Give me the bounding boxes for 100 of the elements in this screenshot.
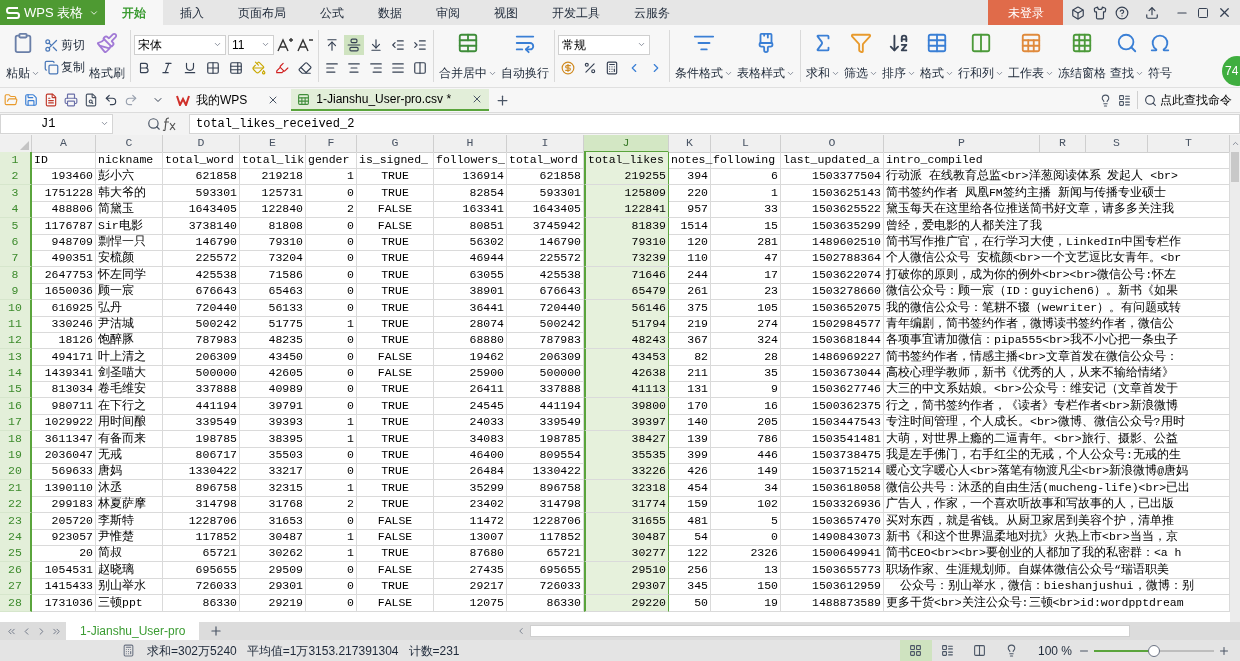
formula-field[interactable]: total_likes_received_2: [189, 113, 1240, 134]
table-cell: 11472: [434, 512, 507, 530]
command-search[interactable]: 点此查找命令: [1137, 91, 1236, 109]
cube-icon[interactable]: [1071, 5, 1085, 20]
column-header[interactable]: S: [1086, 135, 1148, 153]
ribbon-button[interactable]: 工作表: [1006, 28, 1056, 84]
save-icon[interactable]: [24, 93, 38, 107]
column-header[interactable]: K: [669, 135, 711, 153]
ribbon-button[interactable]: 格式刷: [87, 28, 127, 84]
shrink-font-icon[interactable]: [296, 36, 314, 53]
table-cell: last_updated_a: [781, 152, 884, 169]
menu-tab[interactable]: 公式: [303, 0, 361, 25]
row-header[interactable]: 2: [0, 168, 32, 186]
document-icon[interactable]: [44, 93, 58, 107]
font-family-select[interactable]: 宋体: [134, 34, 226, 55]
table-cell: 120: [669, 233, 711, 251]
row-header[interactable]: 4: [0, 201, 32, 219]
column-header[interactable]: F: [306, 135, 357, 153]
bulb-icon[interactable]: [1099, 93, 1112, 107]
column-header[interactable]: D: [163, 135, 240, 153]
row-header[interactable]: 15: [0, 381, 32, 399]
table-cell: 1503622074: [781, 266, 884, 284]
menu-tab[interactable]: 页面布局: [221, 0, 303, 25]
cut-button[interactable]: 剪切: [42, 34, 87, 56]
row-header[interactable]: 25: [0, 545, 32, 563]
slider-thumb[interactable]: [1148, 644, 1160, 657]
ribbon-button[interactable]: 行和列: [956, 28, 1006, 84]
row-header[interactable]: 7: [0, 250, 32, 268]
calculator-icon[interactable]: [122, 644, 135, 657]
zoom-slider[interactable]: [1094, 644, 1214, 657]
column-header[interactable]: A: [32, 135, 96, 153]
app-menu-button[interactable]: WPS 表格: [0, 0, 105, 25]
row-header[interactable]: 12: [0, 332, 32, 350]
upload-icon[interactable]: [1145, 5, 1159, 20]
menu-tab[interactable]: 视图: [477, 0, 535, 25]
table-cell: 1: [711, 184, 781, 202]
zoom-in-icon[interactable]: [1218, 644, 1230, 657]
column-header[interactable]: L: [711, 135, 781, 153]
menu-tab[interactable]: 审阅: [419, 0, 477, 25]
ribbon-button[interactable]: 冻结窗格: [1056, 28, 1108, 84]
restore-icon[interactable]: [1197, 6, 1209, 19]
add-sheet-icon[interactable]: [209, 624, 224, 638]
new-tab-icon[interactable]: [495, 92, 511, 108]
table-cell: 用时间酿: [96, 414, 163, 432]
ribbon-button[interactable]: 条件格式: [673, 28, 735, 84]
row-header[interactable]: 17: [0, 414, 32, 432]
menu-tab[interactable]: 插入: [163, 0, 221, 25]
menu-tab[interactable]: 开发工具: [535, 0, 617, 25]
ribbon-button[interactable]: 表格样式: [735, 28, 797, 84]
row-header[interactable]: 9: [0, 283, 32, 301]
count-text: 计数=231: [408, 642, 460, 660]
vertical-align-button[interactable]: [344, 34, 364, 55]
column-header[interactable]: O: [781, 135, 884, 153]
ribbon-button[interactable]: 自动换行: [499, 28, 551, 84]
vertical-scrollbar[interactable]: [1230, 135, 1240, 622]
column-header[interactable]: J: [584, 135, 669, 153]
row-header[interactable]: 22: [0, 496, 32, 514]
document-tab[interactable]: 我的WPS: [170, 89, 286, 111]
table-cell: 1503625522: [781, 201, 884, 219]
printer-icon[interactable]: [64, 93, 78, 107]
view-button[interactable]: [899, 640, 932, 661]
sheet-tab[interactable]: 1-Jianshu_User-pro: [66, 622, 200, 640]
ribbon-button[interactable]: 格式: [918, 28, 956, 84]
shirt-icon[interactable]: [1093, 5, 1107, 20]
menu-tab[interactable]: 云服务: [617, 0, 687, 25]
close-icon[interactable]: [1217, 5, 1232, 20]
preview-icon[interactable]: [84, 93, 98, 107]
font-size-select[interactable]: 11: [228, 34, 274, 55]
document-tab[interactable]: 1-Jianshu_User-pro.csv *: [291, 89, 490, 111]
table-cell: 256: [669, 561, 711, 579]
layout-icon[interactable]: [1118, 93, 1131, 107]
column-header[interactable]: E: [240, 135, 306, 153]
scrollbar-thumb[interactable]: [1231, 152, 1239, 182]
ribbon-button[interactable]: 合并居中: [437, 28, 499, 84]
ribbon-button[interactable]: 求和: [804, 28, 842, 84]
table-cell: 163341: [434, 201, 507, 219]
column-header[interactable]: P: [884, 135, 1040, 153]
grow-font-icon[interactable]: [276, 36, 294, 53]
column-header[interactable]: C: [96, 135, 163, 153]
ribbon-button[interactable]: 查找: [1108, 28, 1146, 84]
function-icon[interactable]: [161, 116, 177, 131]
name-box[interactable]: J1: [0, 113, 113, 134]
column-header[interactable]: R: [1040, 135, 1086, 153]
column-header[interactable]: H: [434, 135, 507, 153]
ribbon-button[interactable]: 排序: [880, 28, 918, 84]
table-cell: 244: [669, 266, 711, 284]
horizontal-scrollbar[interactable]: [530, 625, 1130, 637]
ribbon-button[interactable]: 筛选: [842, 28, 880, 84]
menu-tab[interactable]: 数据: [361, 0, 419, 25]
undo-icon[interactable]: [104, 93, 118, 107]
number-format-select[interactable]: 常规: [558, 34, 650, 55]
help-icon[interactable]: [1115, 5, 1129, 20]
row-header[interactable]: 27: [0, 578, 32, 596]
row-header[interactable]: 20: [0, 463, 32, 481]
ribbon-button[interactable]: 符号: [1146, 28, 1174, 84]
table-cell: 446: [711, 447, 781, 465]
ribbon-button[interactable]: 粘贴: [4, 28, 42, 84]
zoom-icon[interactable]: [147, 116, 161, 131]
copy-button[interactable]: 复制: [42, 56, 87, 78]
column-header[interactable]: G: [357, 135, 434, 153]
